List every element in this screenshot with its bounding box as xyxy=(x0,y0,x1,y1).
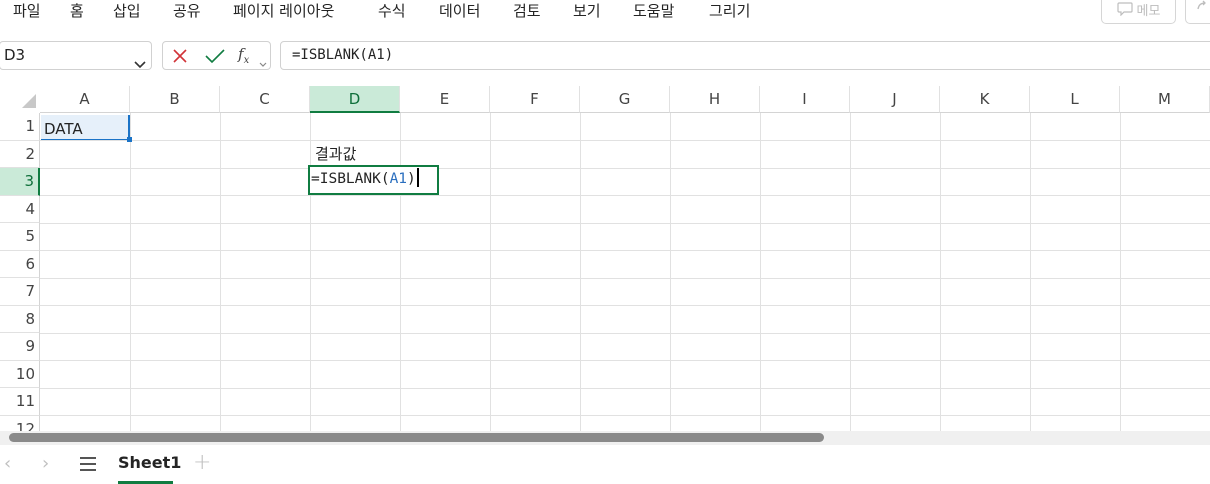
chevron-down-icon[interactable] xyxy=(134,51,146,78)
row-header-5[interactable]: 5 xyxy=(0,223,40,251)
gridline xyxy=(580,113,581,431)
column-header-l[interactable]: L xyxy=(1030,86,1120,113)
sheet-tab-sheet1[interactable]: Sheet1 xyxy=(118,453,181,472)
column-header-i[interactable]: I xyxy=(760,86,850,113)
row-header-7[interactable]: 7 xyxy=(0,278,40,306)
gridline xyxy=(760,113,761,431)
row-header-3[interactable]: 3 xyxy=(0,168,40,196)
tab-home[interactable]: 홈 xyxy=(70,0,84,22)
tab-help[interactable]: 도움말 xyxy=(633,0,674,22)
gridline xyxy=(1120,113,1121,431)
gridline xyxy=(670,113,671,431)
gridline xyxy=(130,113,131,431)
tab-share[interactable]: 공유 xyxy=(173,0,201,22)
row-header-9[interactable]: 9 xyxy=(0,333,40,361)
comment-icon xyxy=(1116,2,1133,16)
column-header-b[interactable]: B xyxy=(130,86,220,113)
horizontal-scrollbar-thumb[interactable] xyxy=(9,433,824,442)
cell-a1[interactable]: DATA xyxy=(44,119,83,139)
column-header-k[interactable]: K xyxy=(940,86,1030,113)
cancel-icon[interactable] xyxy=(172,48,188,68)
tab-review[interactable]: 검토 xyxy=(513,0,541,22)
tab-insert[interactable]: 삽입 xyxy=(113,0,141,22)
column-header-e[interactable]: E xyxy=(400,86,490,113)
gridline xyxy=(490,113,491,431)
row-header-4[interactable]: 4 xyxy=(0,195,40,223)
select-all-corner[interactable] xyxy=(0,86,40,113)
next-sheet-icon[interactable]: › xyxy=(42,453,49,474)
share-icon xyxy=(1196,0,1208,16)
column-header-c[interactable]: C xyxy=(220,86,310,113)
row-header-2[interactable]: 2 xyxy=(0,140,40,168)
prev-sheet-icon[interactable]: ‹ xyxy=(4,453,11,474)
column-header-h[interactable]: H xyxy=(670,86,760,113)
formula-prefix: =ISBLANK( xyxy=(311,171,390,187)
tab-view[interactable]: 보기 xyxy=(573,0,601,22)
gridline xyxy=(40,222,1210,224)
column-header-m[interactable]: M xyxy=(1120,86,1210,113)
insert-function-icon[interactable]: fx xyxy=(238,45,249,66)
column-header-g[interactable]: G xyxy=(580,86,670,113)
formula-input[interactable]: =ISBLANK(A1) xyxy=(280,41,1210,70)
gridline xyxy=(1030,113,1031,431)
memo-label: 메모 xyxy=(1136,3,1161,19)
gridline xyxy=(400,113,401,431)
gridline xyxy=(310,113,311,431)
tab-page-layout[interactable]: 페이지 레이아웃 xyxy=(233,0,334,22)
column-header-f[interactable]: F xyxy=(490,86,580,113)
row-header-10[interactable]: 10 xyxy=(0,360,40,388)
gridline xyxy=(40,140,1210,141)
gridline xyxy=(40,195,1210,196)
tab-formulas[interactable]: 수식 xyxy=(378,0,406,22)
formula-suffix: ) xyxy=(407,171,416,187)
gridline xyxy=(40,305,1210,306)
row-header-8[interactable]: 8 xyxy=(0,305,40,333)
gridline xyxy=(40,167,1210,169)
gridline xyxy=(850,113,851,431)
fill-handle[interactable] xyxy=(127,137,132,142)
ribbon-tabs: 파일 홈 삽입 공유 페이지 레이아웃 수식 데이터 검토 보기 도움말 그리기… xyxy=(0,0,1210,26)
cell-d3-editor[interactable]: =ISBLANK(A1) xyxy=(308,165,439,195)
gridline xyxy=(220,113,221,431)
column-header-a[interactable]: A xyxy=(40,86,130,113)
memo-button[interactable]: 메모 xyxy=(1101,0,1176,24)
gridline xyxy=(40,415,1210,416)
row-header-11[interactable]: 11 xyxy=(0,388,40,416)
gridline xyxy=(40,277,1210,279)
tab-draw[interactable]: 그리기 xyxy=(709,0,750,22)
share-button[interactable] xyxy=(1185,0,1210,24)
confirm-check-icon[interactable] xyxy=(205,48,225,68)
column-header-j[interactable]: J xyxy=(850,86,940,113)
text-cursor xyxy=(416,168,419,187)
row-header-1[interactable]: 1 xyxy=(0,113,40,141)
add-sheet-icon[interactable]: + xyxy=(193,450,211,475)
gridline xyxy=(40,387,1210,389)
gridline xyxy=(40,332,1210,334)
name-box-value: D3 xyxy=(4,46,26,64)
row-header-12[interactable]: 12 xyxy=(0,415,40,431)
formula-reference: A1 xyxy=(389,171,408,187)
tab-data[interactable]: 데이터 xyxy=(439,0,480,22)
gridline xyxy=(40,250,1210,251)
gridline xyxy=(940,113,941,431)
gridline xyxy=(40,360,1210,361)
tab-file[interactable]: 파일 xyxy=(13,0,41,22)
spreadsheet-grid[interactable]: A B C D E F G H I J K L M 1 2 3 4 5 6 7 … xyxy=(0,86,1210,431)
name-box[interactable]: D3 xyxy=(0,41,152,70)
formula-tools: fx xyxy=(162,41,271,70)
row-header-6[interactable]: 6 xyxy=(0,250,40,278)
chevron-down-icon[interactable] xyxy=(259,53,267,72)
all-sheets-menu-icon[interactable] xyxy=(80,457,96,471)
sheet-tab-bar: ‹ › Sheet1 + xyxy=(0,445,1210,484)
cell-d2[interactable]: 결과값 xyxy=(315,144,356,164)
column-header-d[interactable]: D xyxy=(310,86,400,113)
